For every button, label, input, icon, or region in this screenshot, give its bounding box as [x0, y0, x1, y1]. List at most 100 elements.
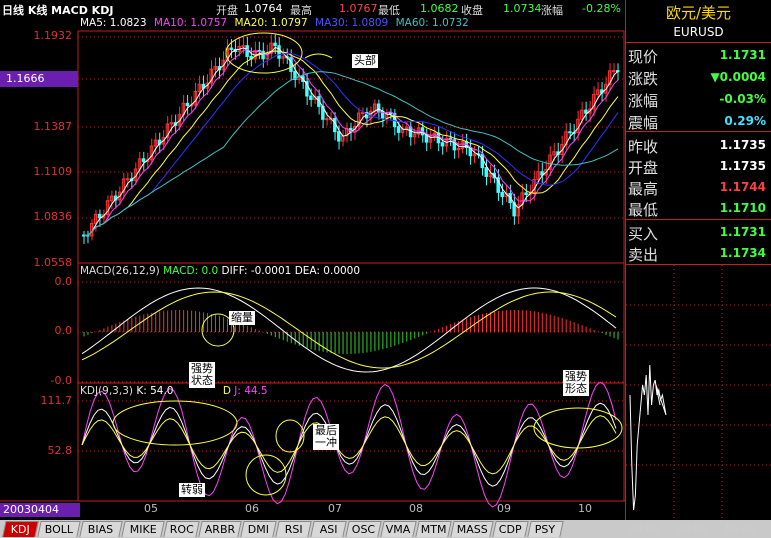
ma60-line	[83, 71, 619, 237]
dea-value: DEA: 0.0000	[294, 265, 361, 277]
quote-row-label: 最高	[628, 180, 659, 198]
quote-row-value: -0.03%	[719, 92, 766, 106]
divider	[626, 131, 771, 132]
quote-bar: 日线 K线 MACD KDJ 开盘 1.0764 最高 1.0767 最低 1.…	[0, 0, 625, 18]
divider	[626, 42, 771, 43]
candle-body	[388, 112, 393, 115]
low-label: 最低	[378, 4, 400, 17]
mini-time-label: 08:00	[676, 523, 708, 536]
candle-body	[396, 126, 401, 133]
price-axis-label: 1.1387	[33, 120, 73, 133]
candle-body	[273, 42, 277, 47]
kdj-name: KDJ(9,3,3)	[80, 385, 133, 397]
tab-boll[interactable]: BOLL	[37, 521, 81, 537]
candle-body	[261, 50, 265, 60]
j-value: J: 44.5	[234, 385, 268, 397]
tab-asi[interactable]: ASI	[310, 521, 347, 537]
quote-row: 昨收 1.1735	[628, 134, 768, 156]
mini-price-line	[629, 364, 667, 511]
quote-row: 涨跌 ▼0.0004	[628, 66, 768, 88]
high-value: 1.0767	[339, 2, 378, 15]
quote-row-label: 涨幅	[628, 92, 659, 110]
tab-dmi[interactable]: DMI	[240, 521, 277, 537]
macd-value: MACD: 0.0	[163, 265, 219, 277]
annotation-arrow	[304, 53, 333, 59]
candle-body	[584, 109, 588, 114]
tab-roc[interactable]: ROC	[163, 521, 200, 537]
quote-row: 涨幅 -0.03%	[628, 88, 768, 110]
tab-psy[interactable]: PSY	[527, 521, 564, 537]
close-label: 收盘	[461, 4, 483, 17]
candle-body	[141, 158, 146, 163]
tab-osc[interactable]: OSC	[345, 521, 382, 537]
ma30-value: MA30: 1.0809	[315, 17, 389, 29]
instrument-symbol: EURUSD	[673, 25, 724, 39]
quote-row-label: 卖出	[628, 246, 659, 264]
tab-kdj[interactable]: KDJ	[2, 521, 39, 537]
candle-body	[524, 192, 528, 196]
annotation-strong-form: 强势 形态	[563, 370, 589, 396]
macd-axis-label: 0.0	[54, 275, 73, 288]
candle-body	[500, 191, 504, 198]
annotation-ellipse	[112, 400, 238, 446]
tab-vma[interactable]: VMA	[380, 521, 417, 537]
quote-row-value: 1.1731	[719, 48, 766, 62]
quote-row-label: 买入	[628, 225, 659, 243]
quote-row-label: 现价	[628, 48, 659, 66]
tab-cdp[interactable]: CDP	[492, 521, 529, 537]
quote-row-value: 0.29%	[724, 114, 766, 128]
candle-body	[245, 45, 249, 57]
intraday-mini-chart[interactable]	[626, 265, 771, 520]
candle-body	[289, 57, 293, 72]
kdj-axis-label: 52.8	[47, 444, 73, 457]
tab-rsi[interactable]: RSI	[275, 521, 312, 537]
candle-body	[568, 131, 572, 134]
tab-mass[interactable]: MASS	[450, 521, 494, 537]
macd-axis-label: -0.0	[50, 374, 72, 387]
candle-body	[484, 167, 488, 177]
annotation-ellipse	[245, 454, 287, 496]
quote-row: 买入 1.1731	[628, 221, 768, 243]
candle-body	[229, 47, 233, 50]
tab-bias[interactable]: BIAS	[79, 521, 123, 537]
high-label: 最高	[290, 4, 312, 17]
candle-body	[337, 131, 341, 142]
candle-body	[325, 118, 329, 121]
kdj-header: KDJ(9,3,3) K: 54.0 D J: 44.5	[80, 385, 268, 397]
mini-time-label: 16:00	[724, 523, 756, 536]
quote-row: 卖出 1.1734	[628, 242, 768, 264]
quote-row-value: 1.1735	[719, 138, 766, 152]
annotation-strong-state: 强势 状态	[189, 362, 215, 388]
quote-row-value: 1.1744	[719, 180, 766, 194]
open-value: 1.0764	[244, 2, 283, 15]
quote-row-value: 1.1735	[719, 159, 766, 173]
diff-value: DIFF: -0.0001	[221, 265, 292, 277]
annotation-shrink: 缩量	[229, 311, 255, 325]
candle-body	[376, 103, 381, 112]
quote-row-value: 1.1731	[719, 225, 766, 239]
price-axis-label: 1.0836	[33, 210, 73, 223]
candle-body	[185, 102, 190, 107]
annotation-head: 头部	[352, 54, 378, 68]
diff-line	[81, 287, 617, 373]
quote-row-label: 震幅	[628, 114, 659, 132]
change-label: 涨幅	[541, 4, 563, 17]
price-axis-label: 1.0558	[33, 256, 73, 269]
candle-body	[440, 142, 445, 147]
quote-row-value: 1.1734	[719, 246, 766, 260]
x-axis-label: 08	[409, 502, 423, 515]
annotation-ellipse	[533, 407, 623, 449]
tab-mtm[interactable]: MTM	[415, 521, 452, 537]
candle-body	[612, 70, 616, 73]
candle-body	[480, 153, 485, 169]
cursor-date: 20030404	[0, 503, 80, 517]
tab-mike[interactable]: MIKE	[121, 521, 165, 537]
macd-axis-label: 0.0	[54, 324, 73, 337]
candle-body	[97, 213, 102, 219]
x-axis-label: 05	[144, 502, 158, 515]
divider	[626, 219, 771, 220]
tab-arbr[interactable]: ARBR	[198, 521, 242, 537]
ma5-value: MA5: 1.0823	[80, 17, 147, 29]
ma10-value: MA10: 1.0757	[153, 17, 228, 29]
kdj-axis-label: 111.7	[40, 394, 73, 407]
